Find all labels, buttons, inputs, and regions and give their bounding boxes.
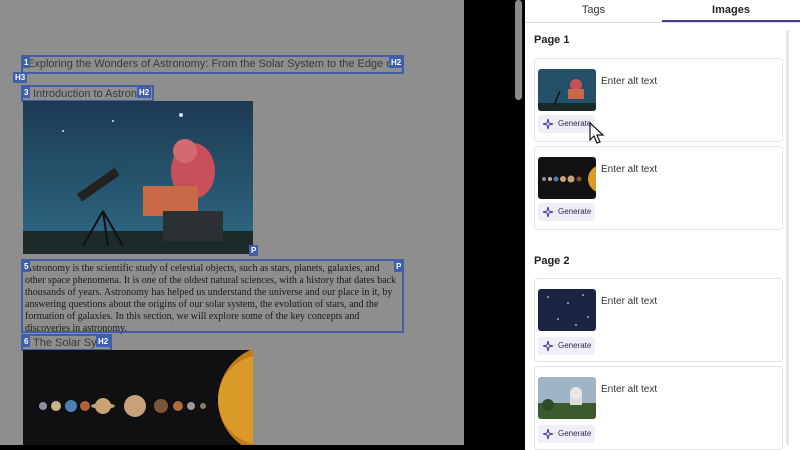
generate-label: Generate [558,207,592,216]
generate-button[interactable]: Generate [538,425,595,443]
accessibility-panel: Tags Images Page 1 Enter alt text Genera… [525,0,800,450]
alt-text-input[interactable]: Enter alt text [601,76,657,87]
tag-number-badge: 6 [22,336,31,347]
tag-type-badge: H2 [389,57,404,68]
image-card: Enter alt text Generate [534,146,783,230]
image-card: Enter alt text Generate [534,278,783,362]
sparkle-icon [542,428,554,440]
image-thumbnail [538,157,596,199]
tag-type-badge: P [394,261,404,272]
solar-system-image [23,350,253,445]
mouse-cursor-icon [589,122,605,144]
telescope-image [23,101,253,254]
sparkle-icon [542,340,554,352]
paragraph-text: Astronomy is the scientific study of cel… [25,263,396,334]
tab-images[interactable]: Images [662,0,800,22]
tag-type-badge: H2 [137,87,152,98]
tag-type-badge: H2 [96,336,111,347]
alt-text-input[interactable]: Enter alt text [601,296,657,307]
generate-label: Generate [558,341,592,350]
image-thumbnail [538,377,596,419]
tag-number-badge: 1 [22,57,31,68]
document-title: Exploring the Wonders of Astronomy: From… [27,58,392,70]
alt-text-input[interactable]: Enter alt text [601,164,657,175]
generate-label: Generate [558,429,592,438]
generate-label: Generate [558,119,592,128]
image-thumbnail [538,289,596,331]
document-scrollbar[interactable] [515,0,522,100]
alt-text-input[interactable]: Enter alt text [601,384,657,395]
solar-heading: The Solar System [33,337,99,349]
panel-tabs: Tags Images [525,0,800,23]
tag-number-badge: 5 [22,261,31,272]
intro-heading: Introduction to Astronomy [33,88,139,100]
page-heading: Page 2 [534,255,570,267]
page-heading: Page 1 [534,34,570,46]
generate-button[interactable]: Generate [538,337,595,355]
image-card: Enter alt text Generate [534,58,783,142]
sparkle-icon [542,206,554,218]
tab-tags[interactable]: Tags [525,0,662,20]
image-thumbnail [538,69,596,111]
generate-button[interactable]: Generate [538,115,595,133]
document-preview: Exploring the Wonders of Astronomy: From… [0,0,464,445]
panel-scrollbar[interactable] [786,30,789,445]
tag-number-badge: 3 [22,87,31,98]
generate-button[interactable]: Generate [538,203,595,221]
tag-type-badge: P [249,245,259,256]
sparkle-icon [542,118,554,130]
tag-type-badge: H3 [13,72,28,83]
image-card: Enter alt text Generate [534,366,783,450]
